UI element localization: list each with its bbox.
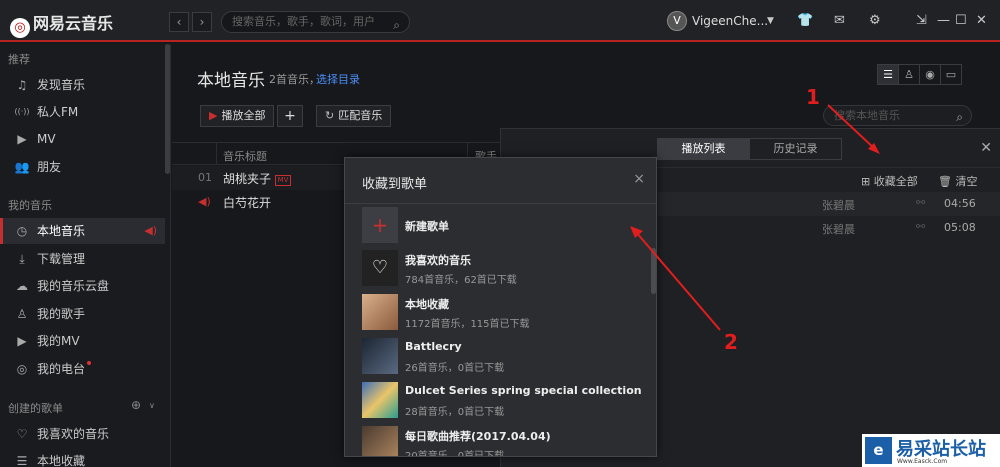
annotation-arrowhead-2	[630, 226, 643, 238]
annotation-arrow-1	[827, 104, 877, 151]
watermark-logo: e 易采站长站 Www.Easck.Com	[862, 434, 1000, 467]
annotation-label-2: 2	[724, 330, 738, 354]
app-window: ◎ 网易云音乐 ‹ › 搜索音乐，歌手，歌词，用户 ⌕ V VigeenChe...…	[0, 0, 1000, 467]
annotation-arrow-2	[635, 231, 721, 331]
annotation-arrows	[630, 104, 880, 331]
annotation-label-1: 1	[806, 85, 820, 109]
watermark-url: Www.Easck.Com	[897, 458, 948, 465]
watermark-emblem: e	[865, 437, 892, 464]
